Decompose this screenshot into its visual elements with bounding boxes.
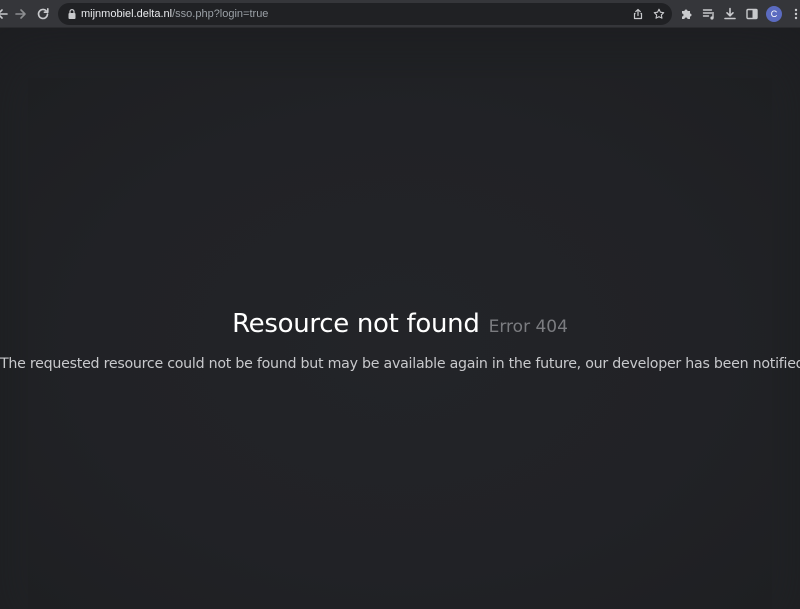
browser-toolbar: mijnmobiel.delta.nl/sso.php?login=true C — [0, 0, 800, 28]
content-panel — [28, 78, 772, 609]
url-path: /sso.php?login=true — [172, 8, 269, 20]
profile-avatar[interactable]: C — [766, 6, 782, 22]
address-bar[interactable]: mijnmobiel.delta.nl/sso.php?login=true — [58, 3, 672, 25]
download-icon — [724, 7, 736, 20]
reload-icon — [37, 8, 49, 20]
media-controls-button[interactable] — [699, 4, 719, 24]
star-icon — [653, 8, 665, 19]
url-text[interactable]: mijnmobiel.delta.nl/sso.php?login=true — [81, 3, 268, 25]
error-message: The requested resource could not be foun… — [0, 356, 800, 372]
arrow-left-icon — [0, 9, 8, 19]
puzzle-icon — [682, 9, 692, 19]
url-host: mijnmobiel.delta.nl — [81, 8, 173, 20]
side-panel-icon — [746, 8, 758, 20]
share-icon — [633, 8, 643, 20]
error-heading: Resource not found Error 404 — [0, 309, 800, 339]
downloads-button[interactable] — [720, 4, 740, 24]
reload-button[interactable] — [33, 4, 53, 24]
kebab-menu-icon — [794, 8, 798, 20]
error-title: Resource not found — [232, 309, 480, 339]
forward-button[interactable] — [11, 4, 31, 24]
error-code: Error 404 — [488, 317, 568, 337]
browser-menu-button[interactable] — [786, 4, 800, 24]
extensions-button[interactable] — [677, 4, 697, 24]
bookmark-button[interactable] — [651, 6, 667, 22]
share-button[interactable] — [630, 6, 646, 22]
playlist-icon — [702, 9, 714, 20]
lock-icon[interactable] — [66, 8, 78, 20]
side-panel-button[interactable] — [742, 4, 762, 24]
arrow-right-icon — [15, 9, 26, 19]
